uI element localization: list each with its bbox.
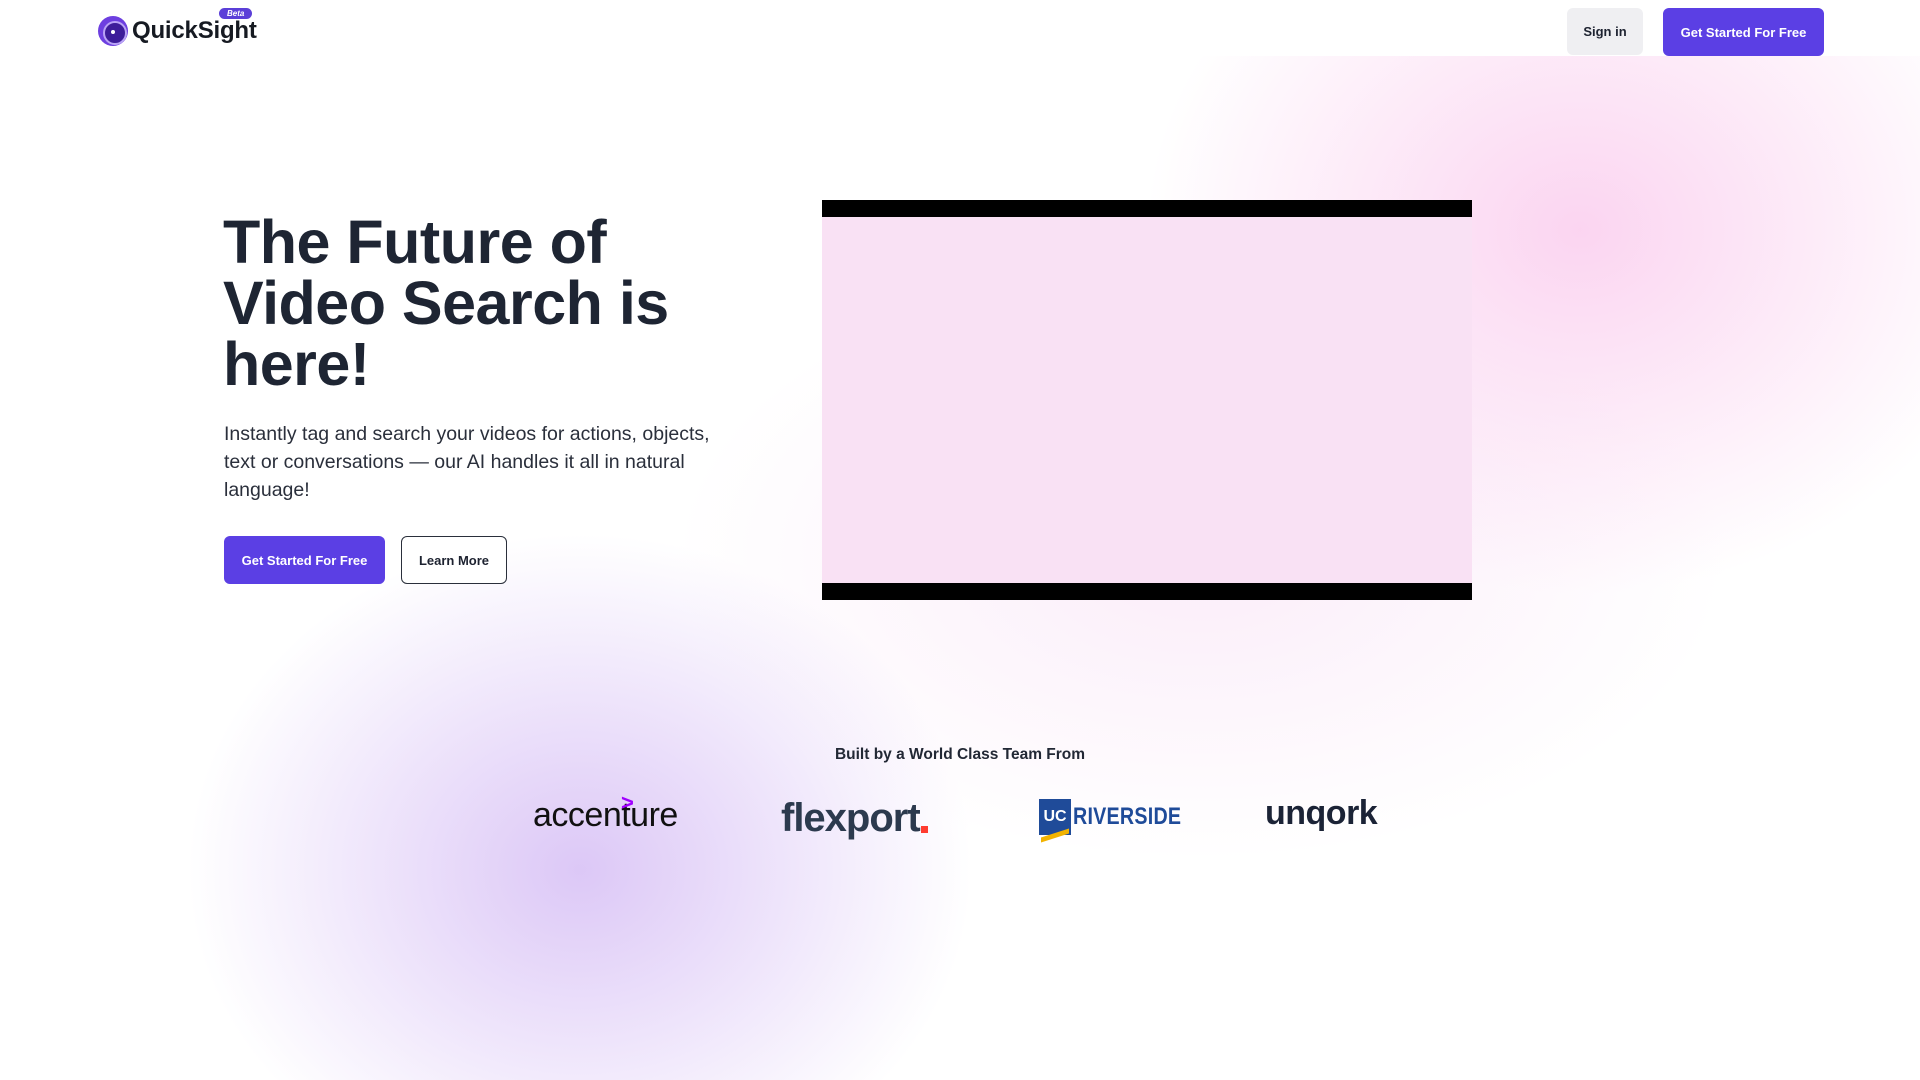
ucr-mark-icon: UC [1039,799,1071,835]
sign-in-button[interactable]: Sign in [1567,8,1643,55]
quicksight-logo-icon [98,16,128,46]
flexport-dot-icon [920,826,928,833]
hero-subtitle: Instantly tag and search your videos for… [224,423,710,501]
hero-actions: Get Started For Free Learn More [224,536,507,584]
unqork-logo: unqork [1265,794,1378,833]
quicksight-logo[interactable]: QuickSight Beta [98,8,257,48]
team-logos: accenture > flexport UC RIVERSIDE unqork [0,790,1920,846]
top-nav: QuickSight Beta Sign in Get Started For … [0,0,1920,56]
hero-video[interactable] [822,200,1472,600]
landing-page: QuickSight Beta Sign in Get Started For … [0,0,1920,1080]
accenture-logo: accenture > [533,790,678,835]
video-letterbox-top [822,200,1472,217]
team-heading: Built by a World Class Team From [834,746,1086,763]
video-letterbox-bottom [822,583,1472,600]
unqork-wordmark: unqork [1265,794,1378,832]
ucr-wordmark: RIVERSIDE [1073,803,1182,830]
hero-get-started-button[interactable]: Get Started For Free [224,536,385,584]
flexport-logo: flexport [781,796,928,841]
header-actions: Sign in Get Started For Free [1567,8,1824,56]
uc-riverside-logo: UC RIVERSIDE [1039,799,1205,835]
accenture-wordmark: accenture [533,796,678,834]
header-get-started-button[interactable]: Get Started For Free [1663,8,1824,56]
hero-title: The Future of Video Search is here! [223,208,669,398]
beta-badge: Beta [219,8,253,19]
logo-text: QuickSight [132,17,257,44]
accenture-chevron-icon: > [621,790,634,815]
learn-more-button[interactable]: Learn More [401,536,507,584]
flexport-wordmark: flexport [781,796,921,840]
